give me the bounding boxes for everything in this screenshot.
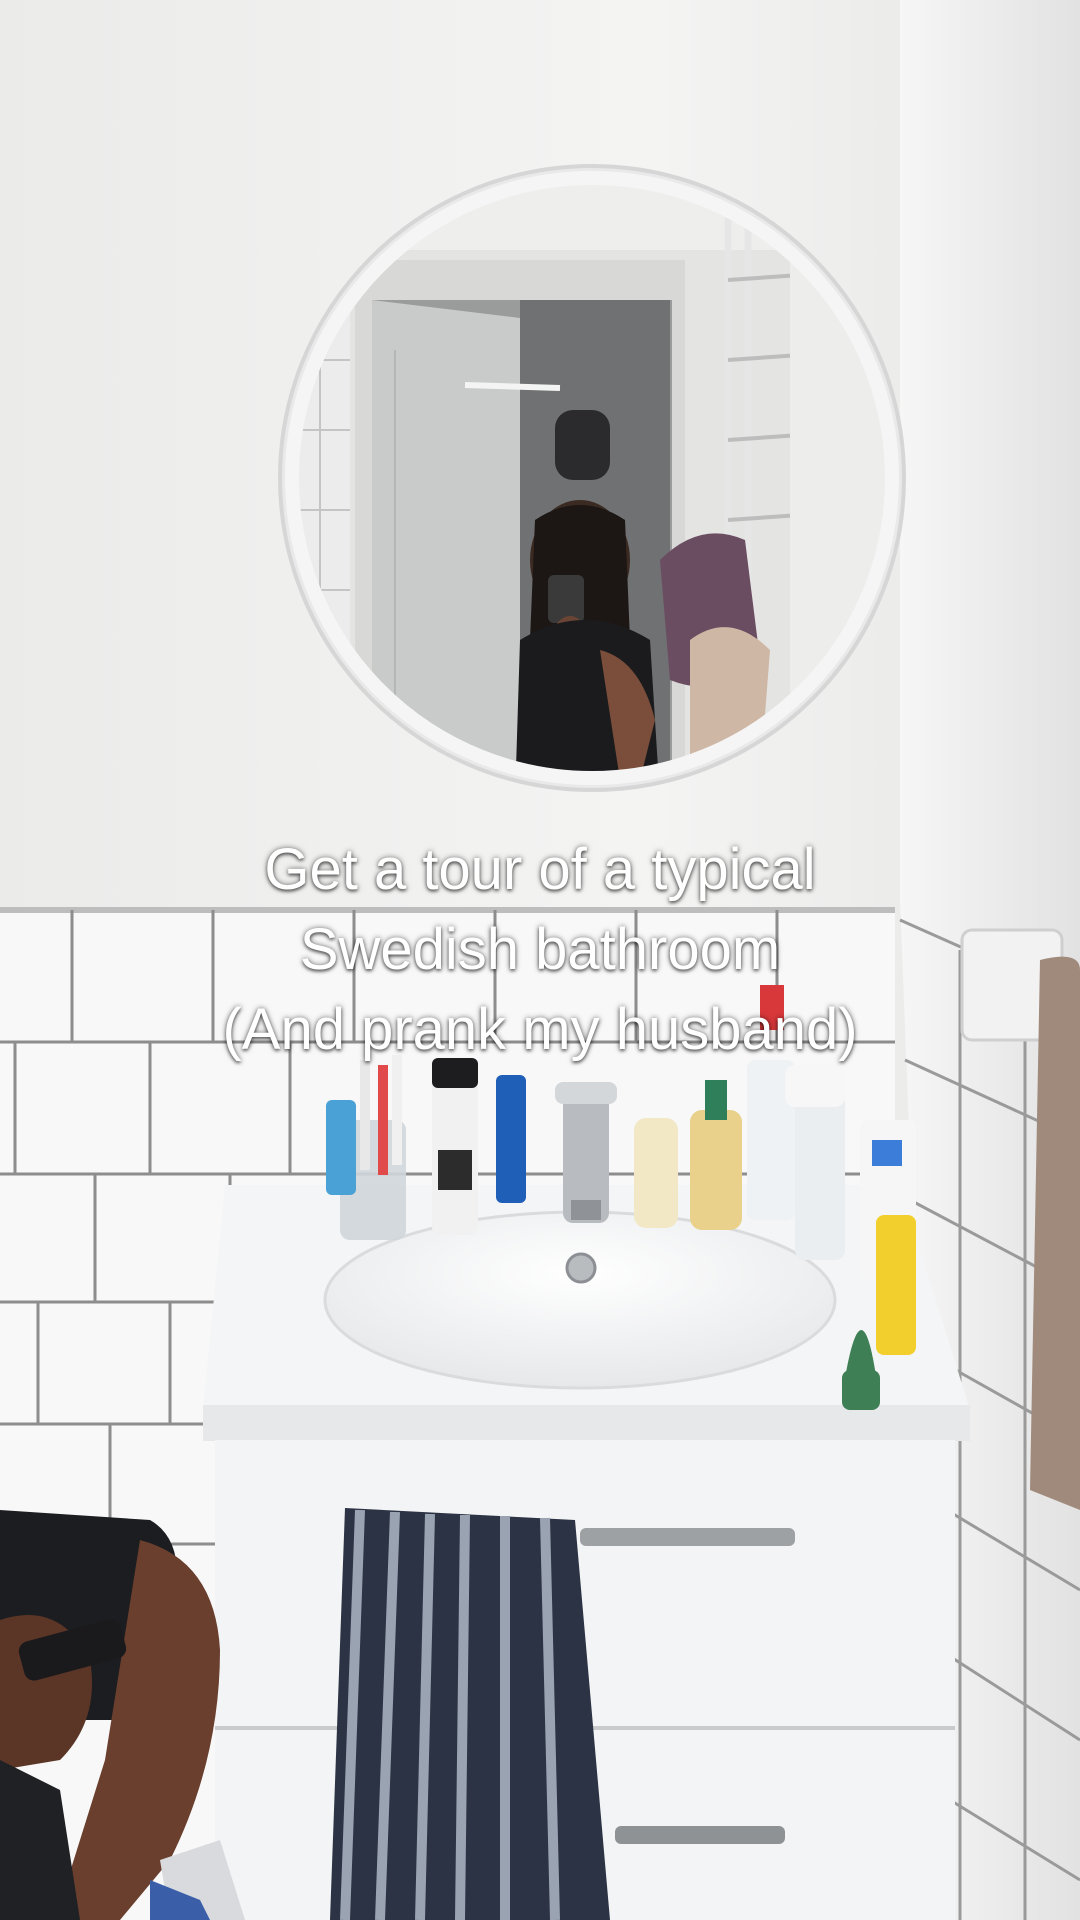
bathroom-scene xyxy=(0,0,1080,1920)
faucet xyxy=(555,1082,617,1223)
bathroom-photo: Get a tour of a typical Swedish bathroom… xyxy=(0,0,1080,1920)
striped-towel xyxy=(330,1508,610,1920)
